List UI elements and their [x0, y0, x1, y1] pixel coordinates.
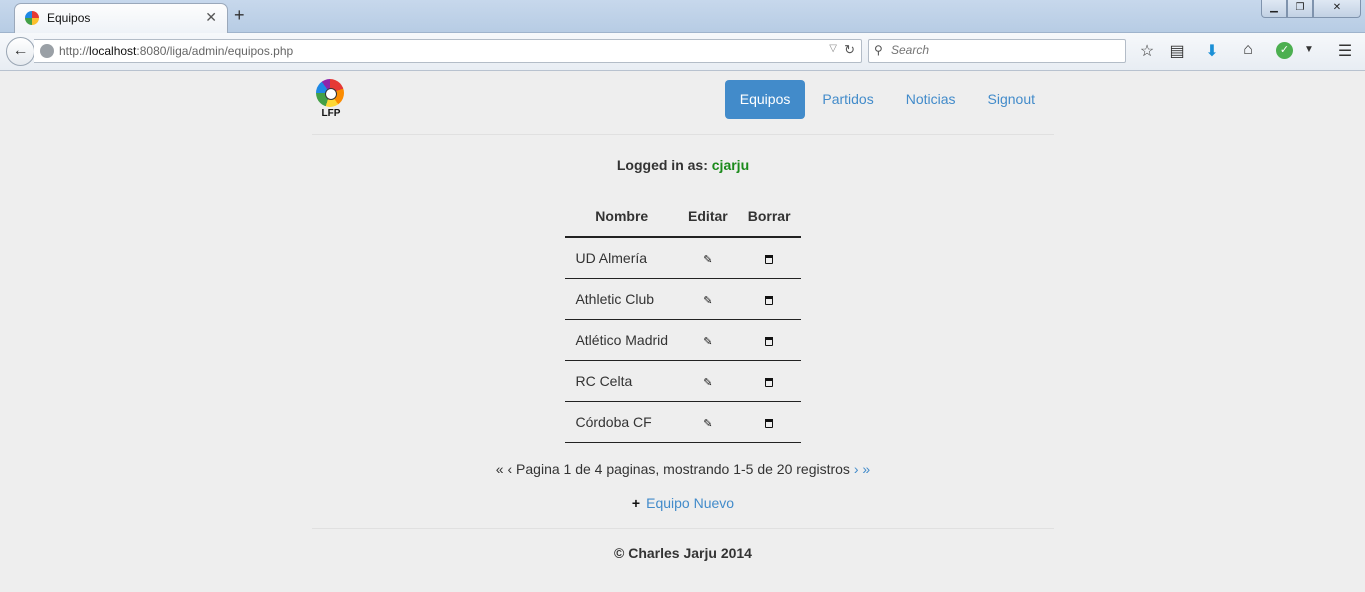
pager-text: Pagina 1 de 4 paginas, mostrando 1-5 de … [516, 460, 850, 477]
table-row: Córdoba CF ✎ [565, 400, 801, 443]
pagination: « ‹ Pagina 1 de 4 paginas, mostrando 1-5… [312, 461, 1054, 477]
delete-trash-icon[interactable] [765, 377, 774, 387]
maximize-button[interactable]: ❐ [1287, 0, 1313, 18]
delete-trash-icon[interactable] [765, 295, 774, 305]
home-icon[interactable]: ⌂ [1237, 41, 1259, 59]
table-row: RC Celta ✎ [565, 359, 801, 401]
delete-trash-icon[interactable] [765, 254, 774, 264]
login-username: cjarju [711, 157, 750, 173]
team-name: Córdoba CF [565, 400, 679, 443]
pager-last-link[interactable]: » [862, 461, 870, 477]
lfp-logo[interactable]: LFP [316, 79, 346, 119]
bookmark-star-icon[interactable]: ☆ [1136, 41, 1158, 61]
col-editar: Editar [678, 195, 738, 238]
menu-icon[interactable]: ☰ [1334, 41, 1356, 61]
edit-pencil-icon[interactable]: ✎ [703, 335, 712, 348]
back-button[interactable]: ← [6, 37, 35, 66]
pager-first: « [495, 460, 504, 477]
team-name: Athletic Club [565, 277, 679, 319]
nav-signout[interactable]: Signout [973, 80, 1050, 119]
edit-pencil-icon[interactable]: ✎ [703, 294, 712, 307]
table-row: Atlético Madrid ✎ [565, 318, 801, 360]
minimize-button[interactable]: ▁ [1261, 0, 1287, 18]
logo-ball-icon [316, 79, 344, 107]
url-bar[interactable]: http://localhost:8080/liga/admin/equipos… [34, 39, 862, 63]
col-borrar: Borrar [737, 195, 801, 238]
nav-partidos[interactable]: Partidos [807, 80, 888, 119]
tab-title: Equipos [47, 11, 91, 25]
url-text[interactable]: http://localhost:8080/liga/admin/equipos… [59, 44, 293, 58]
table-row: UD Almería ✎ [565, 236, 801, 278]
main-nav: Equipos Partidos Noticias Signout [723, 80, 1050, 119]
reading-list-icon[interactable]: ▤ [1166, 41, 1188, 61]
new-team-link[interactable]: Equipo Nuevo [646, 495, 734, 511]
delete-trash-icon[interactable] [765, 418, 774, 428]
pager-prev: ‹ [507, 460, 513, 477]
site-header: LFP Equipos Partidos Noticias Signout [312, 71, 1054, 135]
edit-pencil-icon[interactable]: ✎ [703, 376, 712, 389]
table-row: Athletic Club ✎ [565, 277, 801, 319]
footer-copyright: © Charles Jarju 2014 [312, 527, 1054, 561]
new-tab-button[interactable]: + [234, 5, 245, 26]
close-window-button[interactable]: ✕ [1313, 0, 1361, 18]
addon-dropdown-icon[interactable]: ▼ [1298, 44, 1320, 55]
delete-trash-icon[interactable] [765, 336, 774, 346]
close-tab-icon[interactable]: ✕ [205, 9, 217, 26]
favicon-icon [25, 11, 39, 25]
edit-pencil-icon[interactable]: ✎ [703, 253, 712, 266]
addon-check-icon[interactable]: ✓ [1276, 42, 1293, 59]
url-dropdown-icon[interactable]: ▽ [829, 43, 837, 54]
browser-tab[interactable]: Equipos ✕ [14, 3, 228, 34]
team-name: Atlético Madrid [565, 318, 679, 360]
login-status: Logged in as: cjarju [312, 157, 1054, 173]
edit-pencil-icon[interactable]: ✎ [703, 417, 712, 430]
browser-navbar: ← http://localhost:8080/liga/admin/equip… [0, 33, 1365, 71]
download-icon[interactable]: ⬇ [1201, 41, 1223, 61]
search-icon: ⚲ [874, 43, 883, 57]
reload-icon[interactable]: ↻ [844, 42, 855, 58]
plus-icon: + [631, 494, 641, 511]
nav-noticias[interactable]: Noticias [891, 80, 971, 119]
search-bar[interactable]: ⚲ [868, 39, 1126, 63]
nav-equipos[interactable]: Equipos [724, 80, 806, 119]
login-prefix: Logged in as: [616, 157, 708, 173]
browser-titlebar: Equipos ✕ + ▁ ❐ ✕ [0, 0, 1365, 34]
page-container: LFP Equipos Partidos Noticias Signout Lo… [312, 71, 1054, 561]
logo-text: LFP [321, 108, 341, 119]
teams-table: Nombre Editar Borrar UD Almería ✎ Athlet… [565, 195, 801, 443]
new-team-row: + Equipo Nuevo [312, 495, 1054, 511]
globe-icon [40, 44, 54, 58]
team-name: RC Celta [565, 359, 679, 401]
col-nombre: Nombre [565, 195, 679, 238]
search-input[interactable] [891, 43, 1119, 57]
team-name: UD Almería [565, 236, 679, 278]
pager-next-link[interactable]: › [854, 461, 859, 477]
